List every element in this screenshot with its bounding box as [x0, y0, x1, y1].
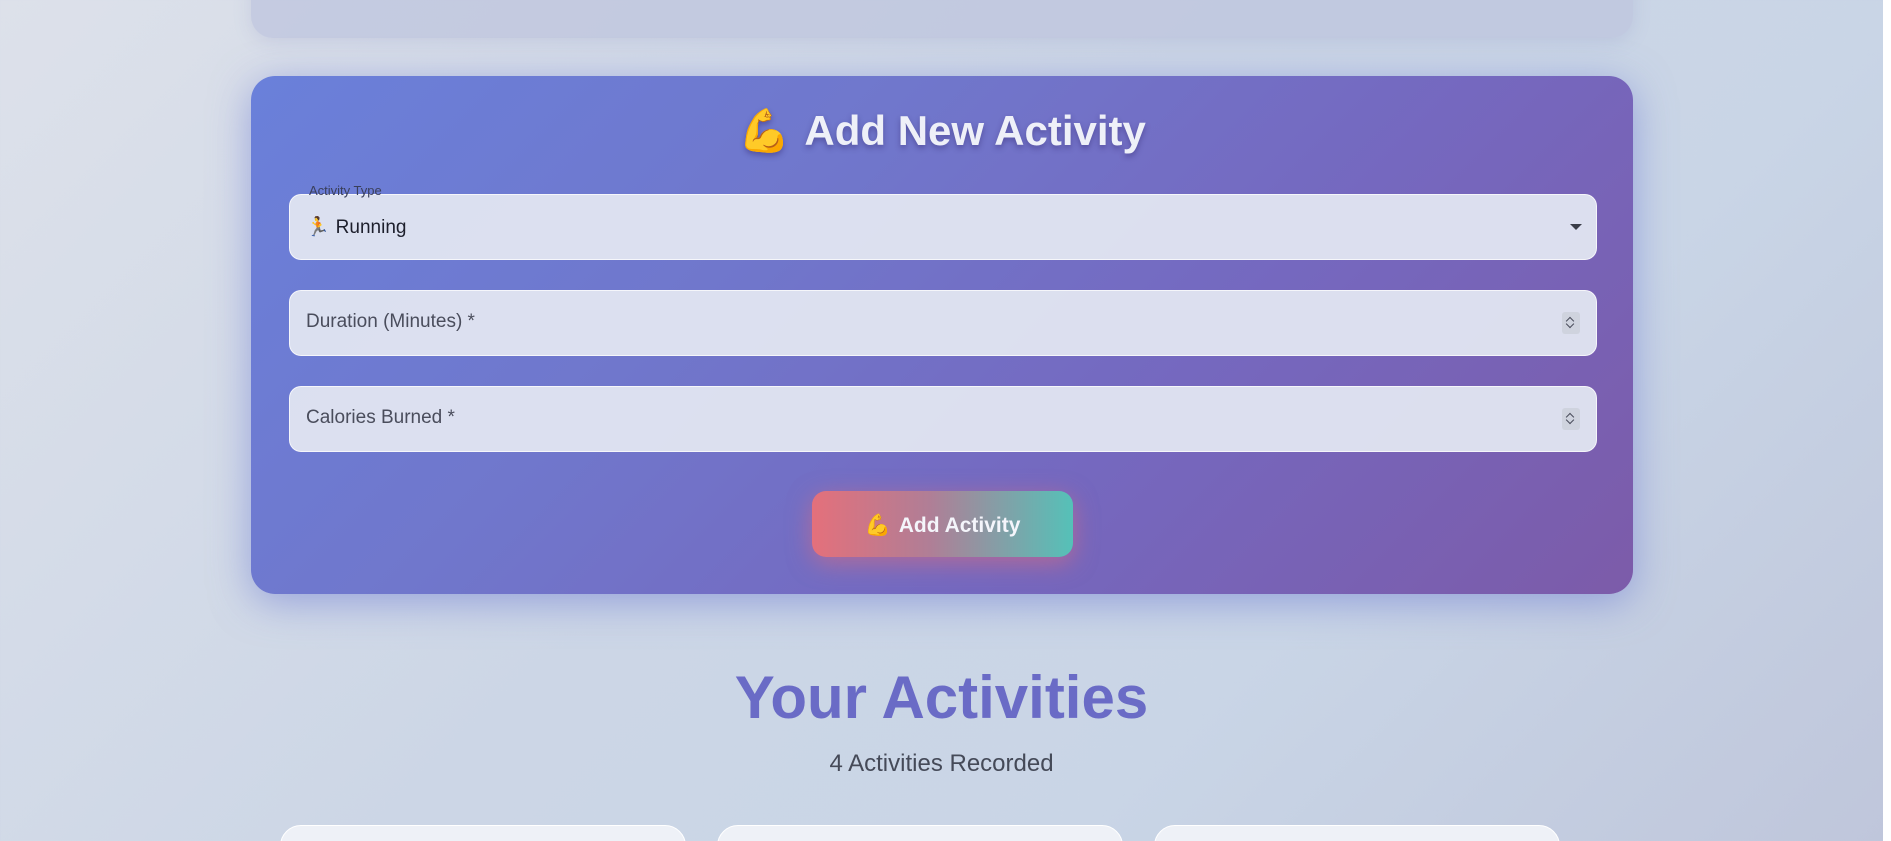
- activity-type-value: 🏃 Running: [306, 215, 406, 239]
- activity-type-select[interactable]: Activity Type 🏃 Running: [289, 183, 1597, 260]
- add-activity-button[interactable]: 💪 Add Activity: [812, 491, 1073, 557]
- add-activity-button-label: Add Activity: [898, 514, 1021, 537]
- flexed-biceps-icon: 💪: [864, 513, 891, 537]
- duration-placeholder: Duration (Minutes) *: [306, 311, 475, 332]
- activity-card[interactable]: [1154, 825, 1560, 841]
- chevron-down-icon[interactable]: [1570, 224, 1582, 230]
- calories-input[interactable]: Calories Burned *: [289, 386, 1597, 452]
- flexed-biceps-icon: 💪: [738, 106, 791, 155]
- activity-card[interactable]: [717, 825, 1123, 841]
- running-person-icon: 🏃: [306, 216, 330, 238]
- form-title-text: Add New Activity: [804, 107, 1146, 154]
- duration-input[interactable]: Duration (Minutes) *: [289, 290, 1597, 356]
- previous-section-card: [251, 0, 1633, 38]
- activity-card[interactable]: [280, 825, 686, 841]
- activities-count: 4 Activities Recorded: [829, 750, 1054, 777]
- add-activity-form: 💪 Add New Activity Activity Type 🏃 Running…: [251, 76, 1633, 594]
- scrollbar[interactable]: [1883, 0, 1891, 841]
- calories-spinner-icon[interactable]: [1562, 408, 1580, 430]
- calories-placeholder: Calories Burned *: [306, 407, 455, 428]
- activity-type-selected: Running: [335, 217, 407, 238]
- form-title: 💪 Add New Activity: [251, 103, 1633, 159]
- duration-spinner-icon[interactable]: [1562, 312, 1580, 334]
- activities-section-title: Your Activities: [734, 664, 1149, 731]
- activity-type-label: Activity Type: [309, 183, 382, 198]
